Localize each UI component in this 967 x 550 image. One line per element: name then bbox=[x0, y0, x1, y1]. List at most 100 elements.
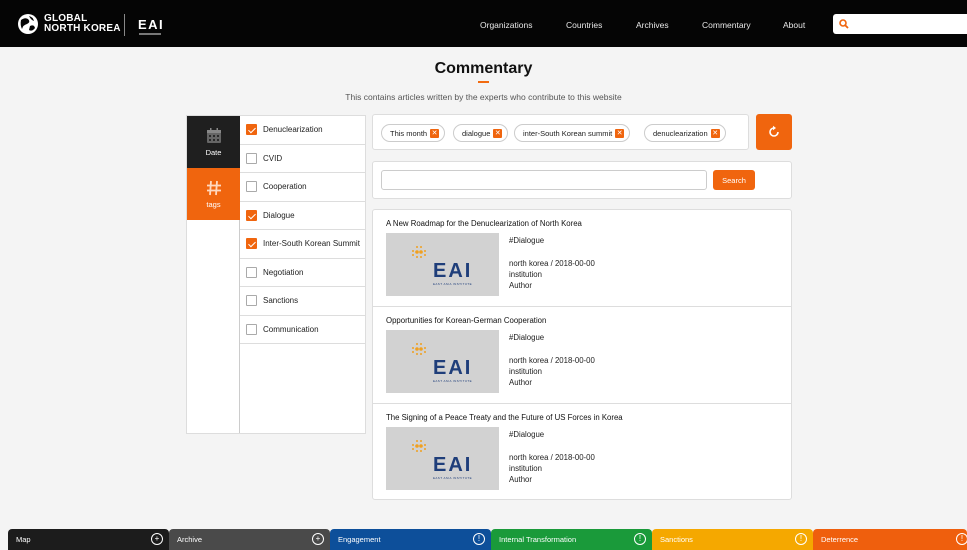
tag-item[interactable]: Denuclearization bbox=[240, 116, 365, 145]
tag-item[interactable]: Cooperation bbox=[240, 173, 365, 202]
article-meta: north korea / 2018-00-00 bbox=[509, 259, 595, 268]
filter-chip: denuclearization ✕ bbox=[644, 124, 726, 142]
tag-label: Cooperation bbox=[263, 182, 307, 192]
filter-chip-label: This month bbox=[390, 128, 428, 138]
eai-logo-underline bbox=[139, 33, 161, 35]
search-button[interactable]: Search bbox=[713, 170, 755, 190]
top-nav: GLOBAL NORTH KOREA EAI Organizations Cou… bbox=[0, 0, 967, 47]
bottom-tab[interactable]: Internal Transformation! bbox=[491, 529, 652, 550]
tag-item[interactable]: Communication bbox=[240, 316, 365, 344]
filter-tab-date[interactable]: Date bbox=[187, 116, 240, 168]
article-tag[interactable]: #Dialogue bbox=[509, 236, 544, 245]
plus-circle-icon[interactable]: + bbox=[151, 533, 163, 545]
tag-label: Communication bbox=[263, 324, 319, 334]
plus-circle-icon[interactable]: + bbox=[312, 533, 324, 545]
article-title[interactable]: The Signing of a Peace Treaty and the Fu… bbox=[386, 413, 623, 422]
nav-link-organizations[interactable]: Organizations bbox=[480, 20, 532, 30]
article-meta: north korea / 2018-00-00 bbox=[509, 356, 595, 365]
tag-item[interactable]: Negotiation bbox=[240, 259, 365, 287]
checkbox-checked[interactable] bbox=[246, 238, 257, 250]
hashtag-icon bbox=[206, 180, 221, 196]
nav-link-archives[interactable]: Archives bbox=[636, 20, 669, 30]
nav-link-countries[interactable]: Countries bbox=[566, 20, 602, 30]
article-author: Author bbox=[509, 378, 532, 387]
checkbox-unchecked[interactable] bbox=[246, 266, 257, 278]
article-author: Author bbox=[509, 475, 532, 484]
checkbox-checked[interactable] bbox=[246, 124, 257, 136]
page-subtitle: This contains articles written by the ex… bbox=[345, 92, 622, 102]
remove-chip-icon[interactable]: ✕ bbox=[493, 128, 503, 138]
thumbnail-logo-subtext: EAST ASIA INSTITUTE bbox=[433, 379, 473, 383]
exclamation-circle-icon[interactable]: ! bbox=[473, 533, 485, 545]
exclamation-circle-icon[interactable]: ! bbox=[634, 533, 646, 545]
article-item[interactable]: A New Roadmap for the Denuclearization o… bbox=[373, 210, 791, 307]
filter-tab-tags[interactable]: tags bbox=[187, 168, 240, 220]
search-icon bbox=[839, 19, 849, 29]
checkbox-unchecked[interactable] bbox=[246, 295, 257, 307]
checkbox-unchecked[interactable] bbox=[246, 323, 257, 335]
checkbox-unchecked[interactable] bbox=[246, 152, 257, 164]
article-item[interactable]: Opportunities for Korean-German Cooperat… bbox=[373, 307, 791, 404]
article-tag[interactable]: #Dialogue bbox=[509, 430, 544, 439]
logo-divider bbox=[124, 14, 125, 36]
article-institution: institution bbox=[509, 367, 542, 376]
tag-item[interactable]: Sanctions bbox=[240, 287, 365, 316]
eai-dots-icon bbox=[410, 342, 430, 362]
article-thumbnail[interactable]: EAI EAST ASIA INSTITUTE bbox=[386, 427, 499, 490]
refresh-button[interactable] bbox=[756, 114, 792, 150]
bottom-tab-label: Internal Transformation bbox=[499, 535, 577, 544]
checkbox-unchecked[interactable] bbox=[246, 181, 257, 193]
remove-chip-icon[interactable]: ✕ bbox=[615, 128, 625, 138]
article-title[interactable]: A New Roadmap for the Denuclearization o… bbox=[386, 219, 582, 228]
filter-category-column: Date tags bbox=[187, 116, 240, 433]
search-input[interactable] bbox=[381, 170, 707, 190]
exclamation-circle-icon[interactable]: ! bbox=[956, 533, 967, 545]
filter-chip-label: inter-South Korean summit bbox=[523, 128, 613, 138]
filter-tab-tags-label: tags bbox=[206, 200, 221, 209]
article-thumbnail[interactable]: EAI EAST ASIA INSTITUTE bbox=[386, 330, 499, 393]
article-list: A New Roadmap for the Denuclearization o… bbox=[372, 209, 792, 500]
remove-chip-icon[interactable]: ✕ bbox=[430, 128, 440, 138]
article-title[interactable]: Opportunities for Korean-German Cooperat… bbox=[386, 316, 546, 325]
bottom-tab[interactable]: Sanctions! bbox=[652, 529, 813, 550]
article-item[interactable]: The Signing of a Peace Treaty and the Fu… bbox=[373, 404, 791, 501]
tag-label: Negotiation bbox=[263, 267, 304, 277]
bottom-tab-label: Sanctions bbox=[660, 535, 693, 544]
exclamation-circle-icon[interactable]: ! bbox=[795, 533, 807, 545]
nav-link-about[interactable]: About bbox=[783, 20, 805, 30]
article-tag[interactable]: #Dialogue bbox=[509, 333, 544, 342]
nav-link-commentary[interactable]: Commentary bbox=[702, 20, 751, 30]
nav-search-box[interactable] bbox=[833, 14, 967, 34]
thumbnail-logo-text: EAI bbox=[433, 260, 473, 282]
bottom-tab-label: Map bbox=[16, 535, 31, 544]
article-thumbnail[interactable]: EAI EAST ASIA INSTITUTE bbox=[386, 233, 499, 296]
eai-dots-icon bbox=[410, 439, 430, 459]
bottom-tab[interactable]: Map + bbox=[8, 529, 169, 550]
tag-item[interactable]: Inter-South Korean Summit bbox=[240, 230, 365, 259]
article-institution: institution bbox=[509, 270, 542, 279]
article-meta: north korea / 2018-00-00 bbox=[509, 453, 595, 462]
tag-item[interactable]: Dialogue bbox=[240, 202, 365, 230]
remove-chip-icon[interactable]: ✕ bbox=[710, 128, 720, 138]
eai-dots-icon bbox=[410, 245, 430, 265]
bottom-tab[interactable]: Engagement! bbox=[330, 529, 491, 550]
refresh-icon bbox=[769, 125, 779, 137]
thumbnail-logo-subtext: EAST ASIA INSTITUTE bbox=[433, 476, 473, 480]
checkbox-checked[interactable] bbox=[246, 209, 257, 221]
filter-tab-date-label: Date bbox=[205, 148, 222, 157]
tag-label: Sanctions bbox=[263, 296, 299, 306]
bottom-tab[interactable]: Archive + bbox=[169, 529, 330, 550]
eai-logo[interactable]: EAI bbox=[138, 17, 164, 32]
global-north-korea-logo[interactable]: GLOBAL NORTH KOREA bbox=[17, 13, 121, 35]
tag-item[interactable]: CVID bbox=[240, 145, 365, 173]
search-panel: Search bbox=[372, 161, 792, 199]
globe-icon bbox=[18, 14, 38, 34]
filter-chip-label: dialogue bbox=[462, 128, 491, 138]
filter-chip: dialogue ✕ bbox=[453, 124, 509, 142]
bottom-tab-label: Engagement bbox=[338, 535, 381, 544]
tag-label: Dialogue bbox=[263, 210, 295, 220]
bottom-tab[interactable]: Deterrence! bbox=[813, 529, 967, 550]
filter-chip: This month ✕ bbox=[381, 124, 446, 142]
active-filter-chips: This month ✕ dialogue ✕ inter-South Korean s… bbox=[372, 114, 749, 150]
tag-label: Denuclearization bbox=[263, 125, 323, 135]
